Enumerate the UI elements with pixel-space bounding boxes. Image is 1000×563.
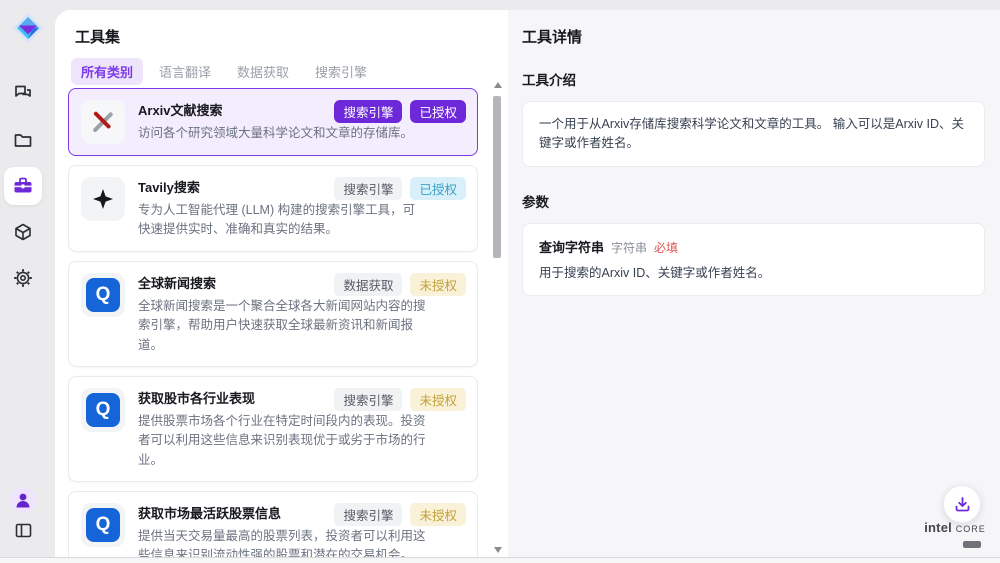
diamond-logo-icon [12, 12, 44, 44]
scroll-up-arrow[interactable] [494, 82, 502, 88]
tavily-star-icon [81, 177, 125, 221]
panel-toggle-icon [14, 521, 33, 540]
tool-card-sector-performance[interactable]: Q 获取股市各行业表现 提供股票市场各个行业在特定时间段内的表现。投资者可以利用… [68, 376, 478, 482]
tool-card-arxiv[interactable]: Arxiv文献搜索 访问各个研究领域大量科学论文和文章的存储库。 搜索引擎 已授… [68, 88, 478, 156]
scrollbar-thumb[interactable] [493, 96, 501, 258]
category-badge: 数据获取 [334, 273, 402, 296]
intro-card: 一个用于从Arxiv存储库搜索科学论文和文章的工具。 输入可以是Arxiv ID… [522, 101, 985, 167]
intel-core-logo: intel core [922, 520, 988, 553]
intro-text: 一个用于从Arxiv存储库搜索科学论文和文章的工具。 输入可以是Arxiv ID… [539, 115, 968, 153]
arxiv-logo-icon [81, 100, 125, 144]
q-news-logo-icon: Q [81, 273, 125, 317]
sidebar-item-files[interactable] [4, 121, 42, 159]
params-heading: 参数 [522, 191, 985, 211]
param-name: 查询字符串 [539, 237, 604, 256]
intro-heading: 工具介绍 [522, 69, 985, 89]
cube-icon [13, 222, 33, 242]
q-news-logo-icon: Q [81, 388, 125, 432]
toolset-pane: 工具集 所有类别 语言翻译 数据获取 搜索引擎 Arxiv文献搜索 访问各个研究… [55, 10, 508, 563]
tool-card-tavily[interactable]: Tavily搜索 专为人工智能代理 (LLM) 构建的搜索引擎工具，可快速提供实… [68, 165, 478, 252]
q-news-logo-icon: Q [81, 503, 125, 547]
intel-core-badge [963, 541, 981, 548]
sidebar [0, 0, 55, 563]
param-required-flag: 必填 [654, 239, 678, 256]
tool-description: 提供股票市场各个行业在特定时间段内的表现。投资者可以利用这些信息来识别表现优于或… [138, 412, 426, 470]
collapse-panel-button[interactable] [4, 511, 42, 549]
tab-all-categories[interactable]: 所有类别 [71, 58, 143, 85]
sidebar-item-tools[interactable] [4, 167, 42, 205]
auth-status-badge: 未授权 [410, 388, 466, 411]
auth-status-badge: 已授权 [410, 100, 466, 123]
auth-status-badge: 已授权 [410, 177, 466, 200]
parameter-card: 查询字符串 字符串 必填 用于搜索的Arxiv ID、关键字或作者姓名。 [522, 223, 985, 297]
list-scrollbar[interactable] [492, 78, 503, 557]
tool-description: 专为人工智能代理 (LLM) 构建的搜索引擎工具，可快速提供实时、准确和真实的结… [138, 201, 426, 240]
sidebar-item-models[interactable] [4, 213, 42, 251]
category-badge: 搜索引擎 [334, 100, 402, 123]
avatar-icon [10, 487, 36, 513]
gear-icon [13, 268, 33, 288]
tab-data-fetching[interactable]: 数据获取 [227, 58, 299, 85]
param-description: 用于搜索的Arxiv ID、关键字或作者姓名。 [539, 264, 968, 283]
tab-search-engine[interactable]: 搜索引擎 [305, 58, 377, 85]
sidebar-item-chat[interactable] [4, 73, 42, 111]
tool-card-active-stocks[interactable]: Q 获取市场最活跃股票信息 提供当天交易量最高的股票列表，投资者可以利用这些信息… [68, 491, 478, 563]
tool-card-global-news[interactable]: Q 全球新闻搜索 全球新闻搜索是一个聚合全球各大新闻网站内容的搜索引擎，帮助用户… [68, 261, 478, 367]
main-content: 工具集 所有类别 语言翻译 数据获取 搜索引擎 Arxiv文献搜索 访问各个研究… [55, 10, 1000, 563]
auth-status-badge: 未授权 [410, 503, 466, 526]
tool-details-pane: 工具详情 工具介绍 一个用于从Arxiv存储库搜索科学论文和文章的工具。 输入可… [508, 10, 1000, 563]
chat-icon [13, 82, 33, 102]
app-window: 工具集 所有类别 语言翻译 数据获取 搜索引擎 Arxiv文献搜索 访问各个研究… [0, 0, 1000, 563]
download-icon [954, 496, 971, 513]
folder-icon [13, 130, 33, 150]
toolbox-icon [12, 175, 34, 197]
scroll-down-arrow[interactable] [494, 547, 502, 553]
tool-list: Arxiv文献搜索 访问各个研究领域大量科学论文和文章的存储库。 搜索引擎 已授… [68, 88, 478, 563]
auth-status-badge: 未授权 [410, 273, 466, 296]
download-button[interactable] [943, 485, 981, 523]
tool-description: 访问各个研究领域大量科学论文和文章的存储库。 [138, 124, 413, 143]
category-badge: 搜索引擎 [334, 503, 402, 526]
intel-wordmark: intel [924, 520, 952, 535]
sidebar-item-settings[interactable] [4, 259, 42, 297]
param-type: 字符串 [611, 239, 647, 256]
category-badge: 搜索引擎 [334, 177, 402, 200]
category-tabs: 所有类别 语言翻译 数据获取 搜索引擎 [71, 58, 377, 85]
window-bottom-edge [0, 557, 1000, 563]
tool-description: 全球新闻搜索是一个聚合全球各大新闻网站内容的搜索引擎，帮助用户快速获取全球最新资… [138, 297, 426, 355]
tab-language-translation[interactable]: 语言翻译 [149, 58, 221, 85]
core-wordmark: core [956, 520, 986, 535]
page-title: 工具集 [75, 26, 120, 47]
details-title: 工具详情 [522, 26, 985, 47]
category-badge: 搜索引擎 [334, 388, 402, 411]
app-logo[interactable] [12, 12, 44, 44]
